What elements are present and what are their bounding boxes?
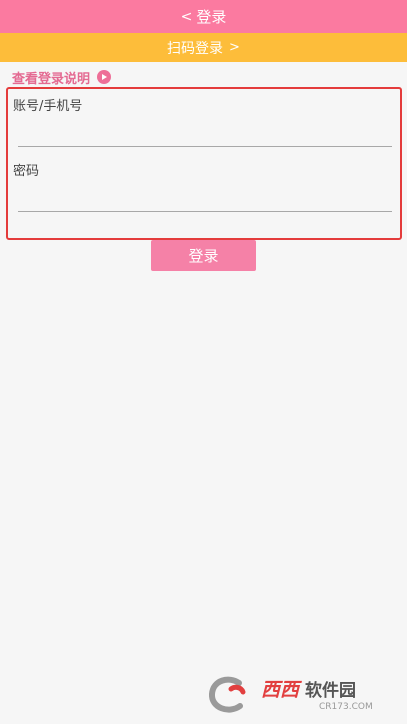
login-button[interactable]: 登录 (151, 240, 256, 271)
login-page: < 登录 扫码登录 > 查看登录说明 账号/手机号 密码 登录 西西 软件园 C… (0, 0, 407, 724)
qr-login-label: 扫码登录 (167, 40, 224, 57)
play-circle-icon (97, 70, 112, 84)
login-form: 账号/手机号 密码 (6, 87, 402, 240)
password-label: 密码 (13, 164, 40, 179)
top-bar: < 登录 (0, 0, 407, 33)
watermark-logo: 西西 软件园 CR173.COM (207, 673, 389, 717)
chevron-right-icon: > (229, 40, 240, 55)
watermark-name: 软件园 (305, 680, 357, 701)
watermark-mark-icon (209, 676, 246, 713)
login-help-label: 查看登录说明 (12, 71, 91, 87)
account-input[interactable] (18, 125, 392, 147)
watermark-url: CR173.COM (319, 701, 373, 712)
qr-login-bar[interactable]: 扫码登录 > (0, 33, 407, 62)
page-title: 登录 (196, 8, 227, 26)
watermark-brand: 西西 (261, 678, 300, 701)
account-label: 账号/手机号 (13, 99, 83, 114)
password-input[interactable] (18, 190, 392, 212)
chevron-left-icon[interactable]: < (181, 9, 193, 25)
login-help-link[interactable]: 查看登录说明 (12, 67, 112, 87)
